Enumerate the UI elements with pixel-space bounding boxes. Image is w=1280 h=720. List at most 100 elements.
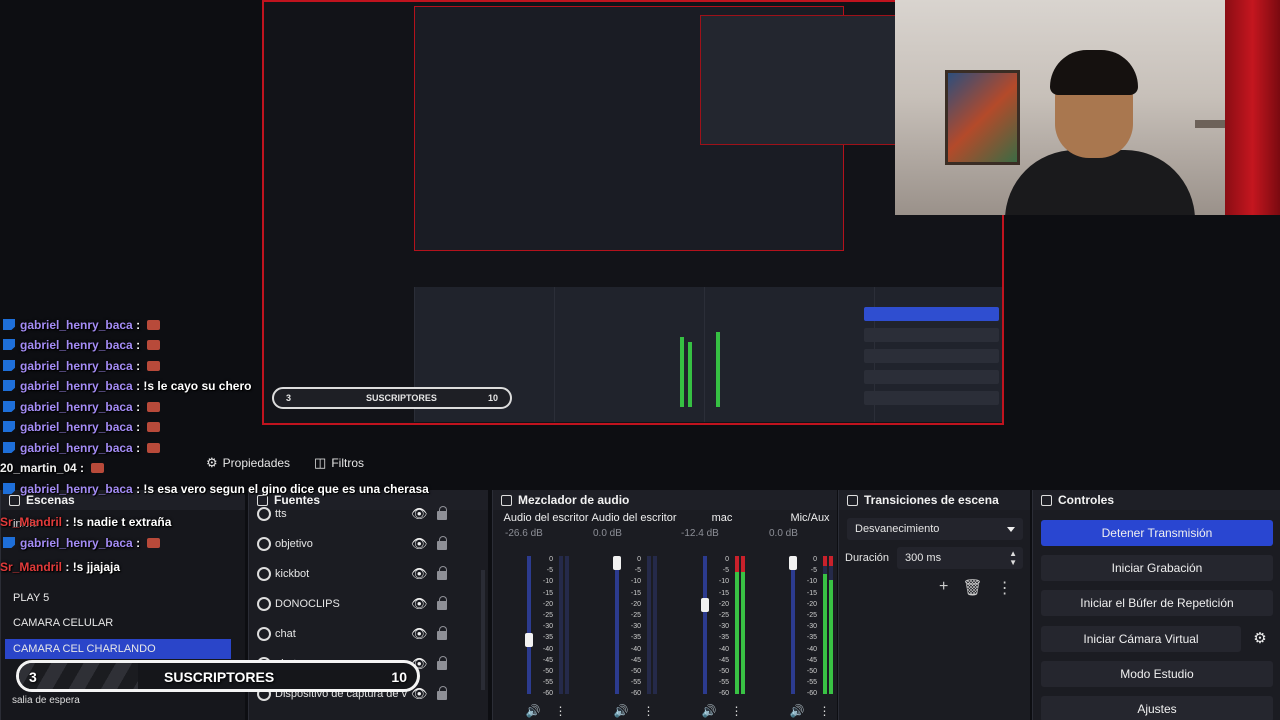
emote-icon: [147, 340, 161, 350]
lock-icon[interactable]: [437, 686, 447, 700]
chat-username: gabriel_henry_baca: [20, 379, 133, 393]
chevron-down-icon: [1007, 527, 1015, 532]
eye-icon[interactable]: 👁: [411, 536, 428, 552]
eye-icon[interactable]: 👁: [411, 626, 428, 642]
virtual-camera-settings-icon[interactable]: ⚙: [1247, 626, 1273, 652]
source-item[interactable]: objetivo 👁: [257, 532, 477, 556]
audio-level-meter: [741, 556, 745, 694]
chat-username: 20_martin_04: [0, 461, 77, 475]
more-icon[interactable]: ⋮: [642, 704, 654, 718]
red-curtain: [1225, 0, 1280, 215]
audio-level-meter: [829, 556, 833, 694]
lock-icon[interactable]: [437, 626, 447, 640]
volume-fader-knob[interactable]: [789, 556, 797, 570]
source-label: chat: [275, 628, 296, 640]
dock-icon: [847, 494, 858, 506]
stream-preview: 3 SUSCRIPTORES 10: [262, 0, 1004, 425]
source-toolbar: ⚙ Propiedades ◫ Filtros: [200, 452, 370, 474]
transition-select[interactable]: Desvanecimiento: [847, 518, 1023, 540]
kick-badge-icon: [3, 380, 15, 391]
dock-icon: [1041, 494, 1052, 506]
audio-level-meter: [647, 556, 651, 694]
volume-slider[interactable]: [789, 556, 797, 694]
lock-icon[interactable]: [437, 506, 447, 520]
source-type-icon: [257, 507, 271, 521]
channel-db: 0.0 dB: [593, 528, 622, 539]
volume-fader-knob[interactable]: [613, 556, 621, 570]
more-icon[interactable]: ⋮: [818, 704, 830, 718]
speaker-icon[interactable]: 🔊: [790, 704, 805, 718]
dock-icon: [501, 494, 512, 506]
db-scale: 0 -5 -10 -15 -20 -25 -30 -35 -40 -45 -50 -55 -60: [718, 556, 729, 698]
emote-icon: [147, 361, 161, 371]
more-icon[interactable]: ⋮: [997, 578, 1013, 598]
transitions-dock: Transiciones de escena Desvanecimiento D…: [838, 490, 1030, 720]
chat-message: gabriel_henry_baca : !s esa vero segun e…: [0, 482, 473, 496]
start-recording-button[interactable]: Iniciar Grabación: [1041, 555, 1273, 581]
filter-icon: ◫: [314, 455, 327, 470]
properties-button[interactable]: ⚙ Propiedades: [200, 452, 296, 474]
more-icon[interactable]: ⋮: [554, 704, 566, 718]
audio-level-meter: [735, 556, 739, 694]
studio-mode-button[interactable]: Modo Estudio: [1041, 661, 1273, 687]
lock-icon[interactable]: [437, 536, 447, 550]
volume-slider[interactable]: [701, 556, 709, 694]
chat-message: 20_martin_04 :: [0, 461, 105, 475]
spinner-icon[interactable]: ▲ ▼: [1009, 549, 1017, 567]
kick-badge-icon: [3, 360, 15, 371]
mini-stop-button: [864, 307, 999, 321]
volume-slider[interactable]: [613, 556, 621, 694]
eye-icon[interactable]: 👁: [411, 506, 428, 522]
lock-icon[interactable]: [437, 596, 447, 610]
chat-message: gabriel_henry_baca :: [0, 359, 161, 373]
source-label: DONOCLIPS: [275, 598, 340, 610]
eye-icon[interactable]: 👁: [411, 596, 428, 612]
more-icon[interactable]: ⋮: [730, 704, 742, 718]
chat-username: gabriel_henry_baca: [20, 359, 133, 373]
chat-text: !s nadie t extraña: [72, 515, 172, 529]
audio-mixer-dock: Mezclador de audio Audio del escritor -26…: [492, 490, 837, 720]
channel-db: -26.6 dB: [505, 528, 543, 539]
audio-level-meter: [565, 556, 569, 694]
emote-icon: [91, 463, 105, 473]
kick-badge-icon: [3, 339, 15, 350]
volume-fader-knob[interactable]: [525, 633, 533, 647]
trash-icon[interactable]: 🗑: [962, 578, 982, 598]
chat-text: !s jjajaja: [72, 560, 121, 574]
volume-fader-knob[interactable]: [701, 598, 709, 612]
settings-button[interactable]: Ajustes: [1041, 696, 1273, 720]
mixer-channel: Audio del escritor 0.0 dB 0 -5 -10 -15 -20 -25-…: [585, 512, 683, 720]
speaker-icon[interactable]: 🔊: [526, 704, 541, 718]
speaker-icon[interactable]: 🔊: [702, 704, 717, 718]
start-replay-buffer-button[interactable]: Iniciar el Búfer de Repetición: [1041, 590, 1273, 616]
chat-message: gabriel_henry_baca :: [0, 536, 161, 550]
db-scale: 0 -5 -10 -15 -20 -25 -30 -35 -40 -45 -50 -55 -60: [806, 556, 817, 698]
chat-username: gabriel_henry_baca: [20, 441, 133, 455]
eye-icon[interactable]: 👁: [411, 566, 428, 582]
stop-stream-button[interactable]: Detener Transmisión: [1041, 520, 1273, 546]
kick-badge-icon: [3, 319, 15, 330]
emote-icon: [147, 422, 161, 432]
audio-level-meter: [653, 556, 657, 694]
speaker-icon[interactable]: 🔊: [614, 704, 629, 718]
kick-badge-icon: [3, 442, 15, 453]
source-item[interactable]: tts 👁: [257, 502, 477, 526]
add-icon[interactable]: +: [939, 578, 948, 598]
source-item[interactable]: kickbot 👁: [257, 562, 477, 586]
lock-icon[interactable]: [437, 656, 447, 670]
scene-item-sala-de-espera[interactable]: salia de espera: [12, 695, 80, 706]
filters-button[interactable]: ◫ Filtros: [308, 452, 370, 474]
scene-item-camara-cel-charlando[interactable]: CAMARA CEL CHARLANDO: [5, 639, 231, 659]
scene-item-camara-celular[interactable]: CAMARA CELULAR: [5, 613, 231, 633]
sources-scrollbar[interactable]: [481, 570, 485, 690]
duration-input[interactable]: 300 ms ▲ ▼: [897, 547, 1023, 569]
mini-goal-bar: 3 SUSCRIPTORES 10: [272, 387, 512, 409]
source-item[interactable]: chat 👁: [257, 622, 477, 646]
duration-label: Duración: [845, 552, 890, 564]
lock-icon[interactable]: [437, 566, 447, 580]
volume-slider[interactable]: [525, 556, 533, 694]
channel-name: Audio del escritor: [591, 512, 677, 524]
start-virtual-camera-button[interactable]: Iniciar Cámara Virtual: [1041, 626, 1241, 652]
source-item[interactable]: DONOCLIPS 👁: [257, 592, 477, 616]
scene-item-play5[interactable]: PLAY 5: [5, 588, 231, 608]
